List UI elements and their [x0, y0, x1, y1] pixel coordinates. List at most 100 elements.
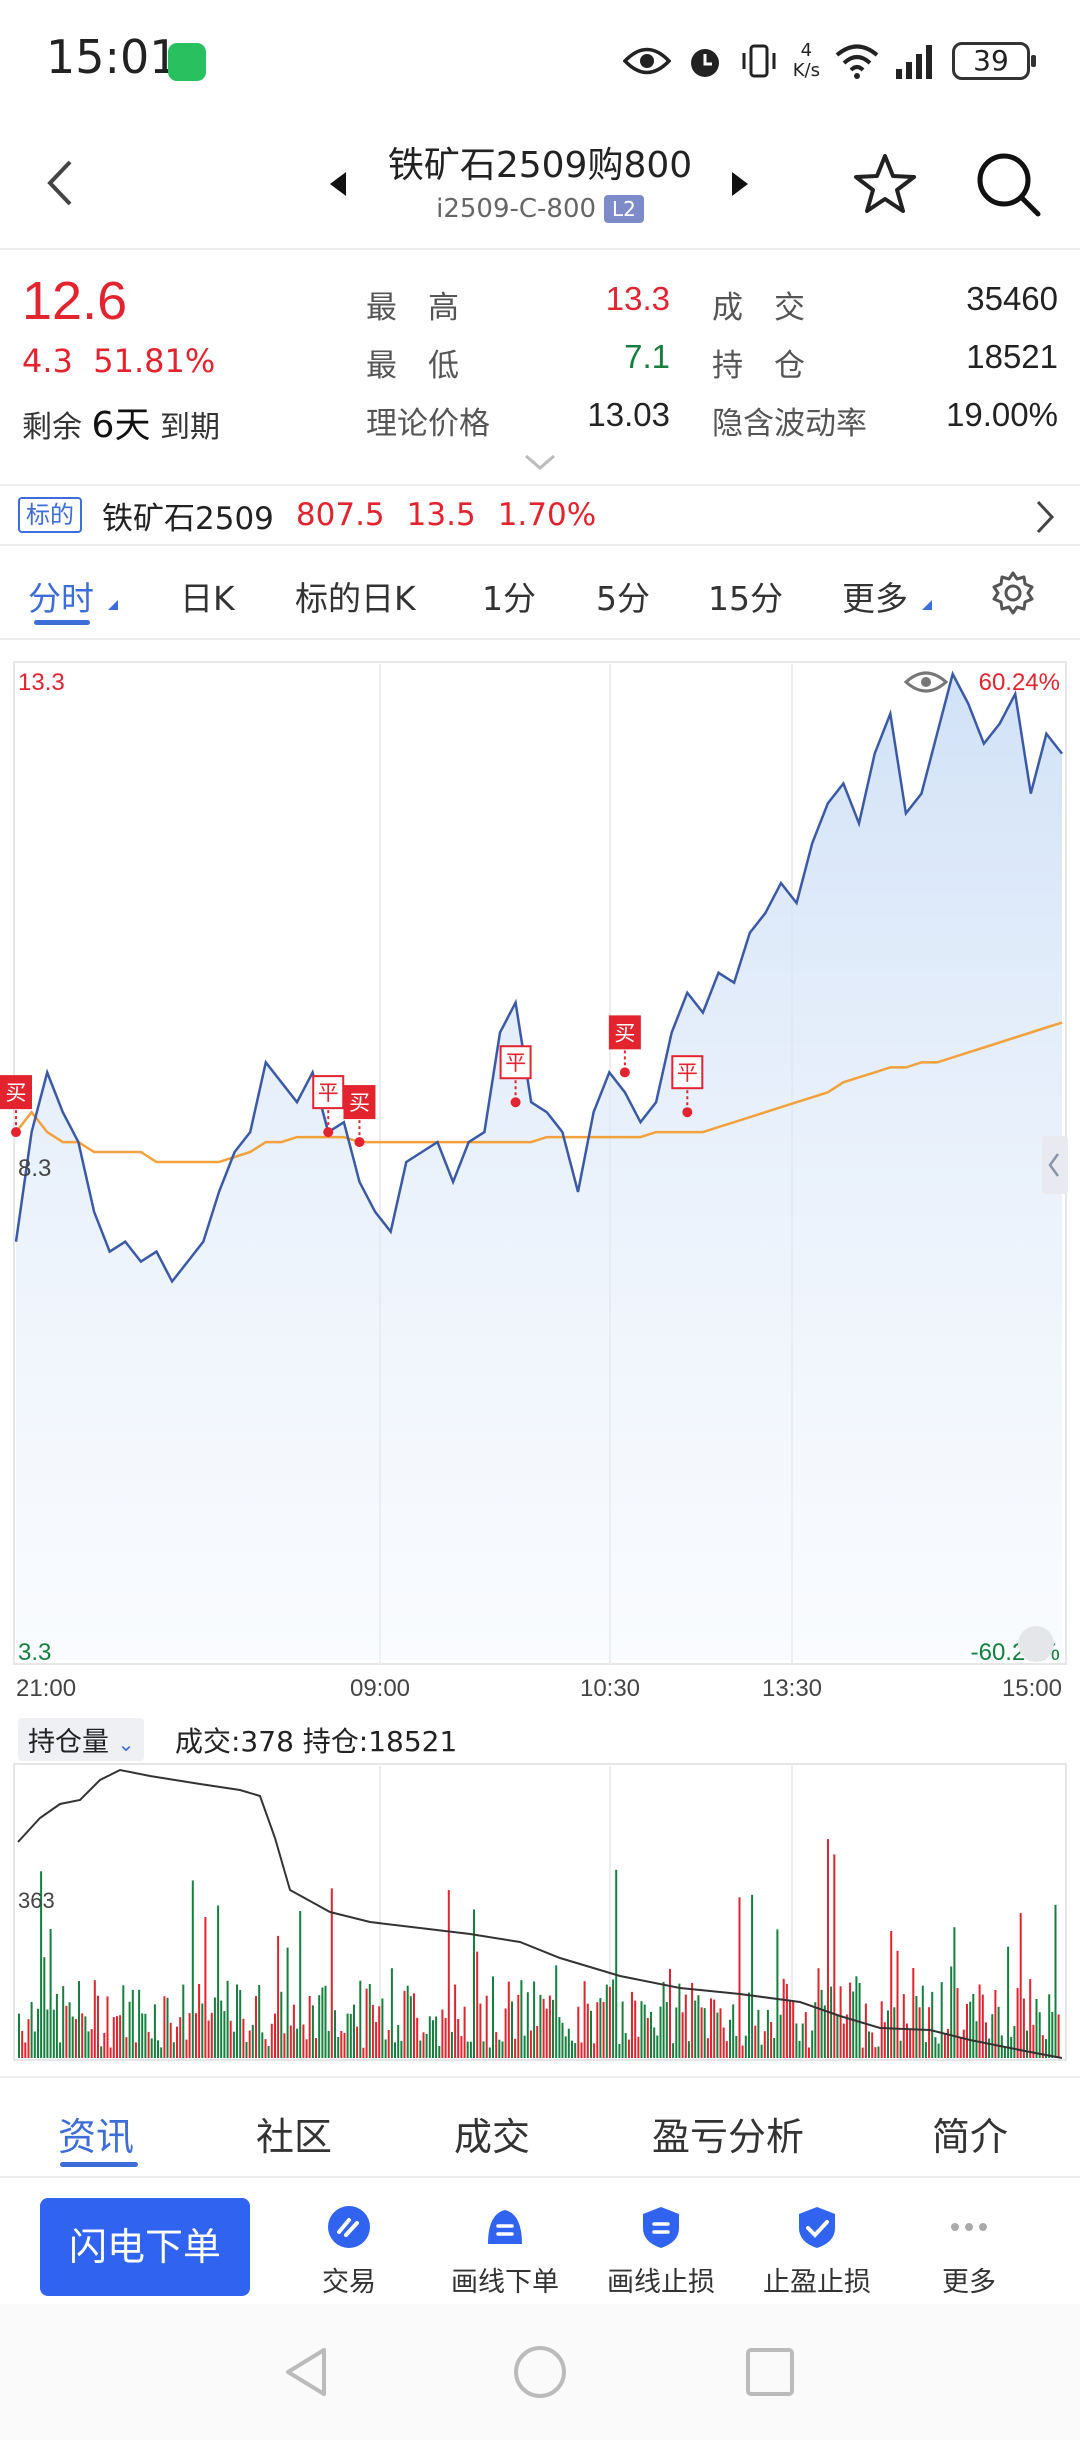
- tab-more[interactable]: 更多: [842, 572, 908, 620]
- volume-bar: [176, 2026, 178, 2058]
- underlying-change: 13.5: [406, 497, 476, 533]
- line-order-icon: [488, 2210, 522, 2244]
- volume-bar: [198, 1984, 201, 2058]
- volume-bar: [643, 2004, 646, 2058]
- volume-bar: [703, 2008, 706, 2058]
- more-actions-button[interactable]: 更多: [894, 2204, 1044, 2299]
- volume-bar: [871, 2032, 874, 2058]
- tab-intro[interactable]: 简介: [932, 2106, 1008, 2161]
- volume-bar: [289, 2025, 292, 2058]
- volume-bar: [571, 2040, 573, 2058]
- chart-reset-icon[interactable]: [1018, 1626, 1054, 1662]
- volume-bar: [561, 2022, 564, 2058]
- tab-underlying-daily-k[interactable]: 标的日K: [295, 572, 416, 620]
- volume-bar: [138, 1989, 141, 2058]
- volume-bar: [334, 2010, 336, 2058]
- volume-bar: [463, 2006, 466, 2058]
- line-order-button[interactable]: 画线下单: [430, 2204, 580, 2299]
- tp-sl-button[interactable]: 止盈止损: [742, 2204, 892, 2299]
- volume-bar: [684, 1994, 687, 2058]
- volume-label: 成 交: [712, 290, 805, 326]
- volume-bar: [441, 2009, 444, 2058]
- volume-bar: [504, 2008, 507, 2058]
- tab-1min[interactable]: 1分: [482, 572, 536, 620]
- volume-bar: [330, 1888, 333, 2058]
- volume-bar: [675, 2007, 678, 2058]
- intraday-chart[interactable]: 买平买平买平 13.3 3.3 8.3 60.24% -60.24% 21:00…: [0, 640, 1080, 1710]
- next-contract-arrow[interactable]: [732, 172, 748, 196]
- volume-bar: [97, 1995, 99, 2058]
- volume-bar: [292, 2004, 295, 2058]
- volume-bar: [694, 2000, 697, 2058]
- volume-bar: [131, 1989, 134, 2058]
- volume-bar: [567, 2028, 570, 2058]
- volume-bar: [678, 1983, 681, 2058]
- volume-bar: [798, 2040, 801, 2058]
- low-label: 最 低: [366, 348, 459, 384]
- status-icons: 4 K/s 39: [622, 34, 1036, 88]
- search-icon[interactable]: [972, 148, 1044, 220]
- settings-gear-icon[interactable]: [990, 570, 1036, 616]
- volume-bar: [236, 1984, 238, 2058]
- volume-chart[interactable]: 363: [0, 1762, 1080, 2062]
- chevron-right-icon: [1036, 500, 1055, 534]
- volume-bar: [296, 2028, 299, 2058]
- x-tick-label: 10:30: [580, 1675, 640, 1702]
- flash-order-button[interactable]: 闪电下单: [40, 2198, 250, 2296]
- nav-recents-icon[interactable]: [742, 2344, 798, 2400]
- volume-bar: [318, 1995, 321, 2058]
- volume-bar: [49, 1929, 52, 2058]
- volume-bar: [353, 2004, 355, 2058]
- indicator-select[interactable]: 持仓量 ⌄: [18, 1718, 145, 1761]
- active-tab-indicator: [34, 620, 90, 625]
- volume-bar: [605, 1984, 608, 2058]
- volume-bar: [1051, 2011, 1054, 2058]
- volume-bar: [1019, 1913, 1022, 2058]
- volume-bar: [596, 2002, 599, 2058]
- title-block: 铁矿石2509购800 i2509-C-800 L2: [330, 136, 750, 224]
- volume-bar: [93, 1980, 96, 2058]
- net-speed-value: 4: [800, 40, 813, 61]
- tab-daily-k[interactable]: 日K: [180, 572, 235, 620]
- volume-bar: [972, 1993, 975, 2058]
- y-min-label: 3.3: [18, 1639, 51, 1666]
- pct-max-label: 60.24%: [979, 669, 1060, 696]
- volume-bar: [618, 2044, 621, 2058]
- tab-community[interactable]: 社区: [256, 2106, 332, 2161]
- volume-bar: [735, 2035, 738, 2058]
- volume-bar: [899, 2040, 902, 2058]
- volume-bar: [188, 2013, 191, 2058]
- volume-bar: [103, 2032, 106, 2058]
- y-max-label: 13.3: [18, 669, 65, 696]
- signal-icon: [896, 45, 932, 79]
- nav-home-icon[interactable]: [512, 2344, 568, 2400]
- l2-badge: L2: [604, 195, 644, 223]
- tab-pnl-analysis[interactable]: 盈亏分析: [652, 2106, 804, 2161]
- vibrate-icon: [742, 44, 776, 78]
- volume-bar: [937, 2043, 940, 2058]
- volume-bar: [213, 1997, 216, 2058]
- tab-15min[interactable]: 15分: [708, 572, 783, 620]
- nav-back-icon[interactable]: [278, 2344, 334, 2400]
- favorite-star-icon[interactable]: [850, 150, 920, 220]
- trade-marker-label: 买: [349, 1091, 370, 1115]
- back-button[interactable]: [30, 148, 90, 218]
- tab-5min[interactable]: 5分: [596, 572, 650, 620]
- last-price: 12.6: [22, 271, 128, 331]
- expand-chevron-icon[interactable]: [522, 452, 558, 472]
- volume-bar: [827, 1839, 829, 2058]
- volume-bar: [242, 2018, 245, 2058]
- tab-news[interactable]: 资讯: [58, 2106, 134, 2161]
- line-stop-button[interactable]: 画线止损: [586, 2204, 736, 2299]
- volume-bar: [1003, 2046, 1006, 2058]
- volume-bar: [27, 2019, 30, 2058]
- underlying-row[interactable]: 标的 铁矿石2509 807.5 13.5 1.70%: [0, 484, 1080, 546]
- chart-side-handle[interactable]: [1042, 1136, 1068, 1194]
- tab-intraday[interactable]: 分时: [28, 572, 94, 620]
- volume-bar: [30, 2002, 33, 2058]
- tab-trades[interactable]: 成交: [454, 2106, 530, 2161]
- trade-button[interactable]: 交易: [274, 2204, 424, 2299]
- volume-bar: [785, 1983, 788, 2058]
- volume-bar: [915, 1996, 918, 2058]
- volume-bar: [864, 2003, 867, 2058]
